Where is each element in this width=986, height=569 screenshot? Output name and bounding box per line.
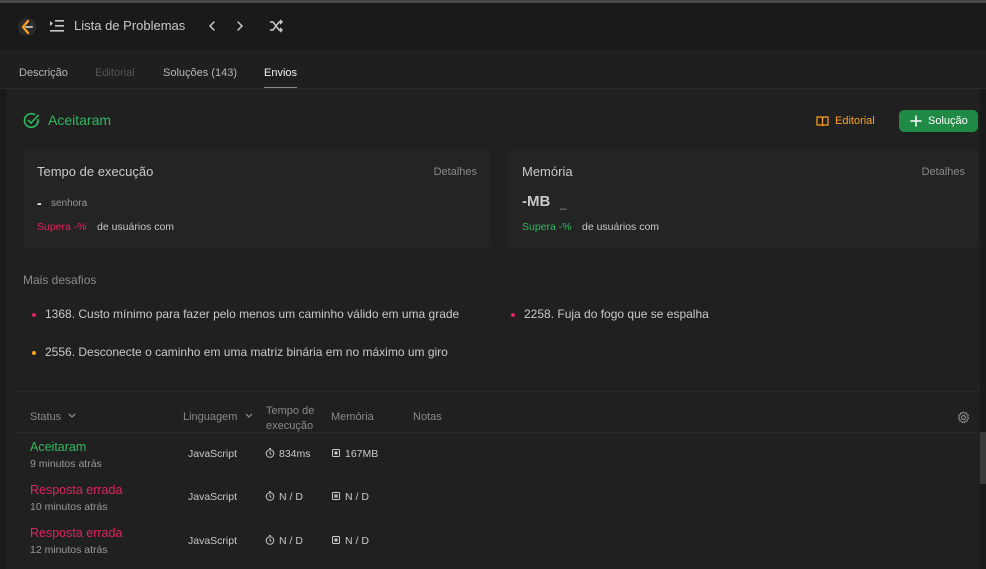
chevron-left-icon[interactable] xyxy=(204,18,220,34)
row-memory: N / D xyxy=(331,535,369,547)
post-solution-label: Solução xyxy=(928,115,968,127)
row-memory: N / D xyxy=(331,491,369,503)
shuffle-icon[interactable] xyxy=(268,18,284,34)
submissions-table xyxy=(15,391,980,569)
submission-status-title: Aceitaram xyxy=(48,112,112,128)
memory-column-header: Memória xyxy=(331,411,374,423)
runtime-card-title: Tempo de execução xyxy=(37,164,154,179)
memory-beats: Supera -% xyxy=(522,221,572,233)
row-memory: 167MB xyxy=(331,448,378,460)
tab-submissions[interactable]: Envios xyxy=(264,67,297,79)
list-icon[interactable] xyxy=(49,19,65,33)
chevron-down-icon xyxy=(245,413,252,418)
tab-editorial: Editorial xyxy=(95,67,135,79)
chevron-down-icon xyxy=(68,413,76,418)
memory-users-text: de usuários com xyxy=(582,221,660,233)
logo-icon[interactable] xyxy=(17,17,37,37)
runtime-card: Tempo de execução Detalhes - senhora Sup… xyxy=(23,150,490,248)
row-language: JavaScript xyxy=(188,491,238,503)
check-circle-icon xyxy=(23,112,39,129)
runtime-header-line2: execução xyxy=(266,420,314,432)
stopwatch-icon xyxy=(265,491,275,501)
row-runtime-value: N / D xyxy=(279,491,303,503)
runtime-unit: senhora xyxy=(51,198,88,209)
notes-column-header: Notas xyxy=(413,411,442,423)
chip-icon xyxy=(332,492,340,500)
runtime-users-text: de usuários com xyxy=(97,221,175,233)
runtime-value: - xyxy=(37,195,42,211)
row-runtime: N / D xyxy=(265,491,303,503)
row-status[interactable]: Resposta errada xyxy=(30,483,122,497)
row-language: JavaScript xyxy=(188,535,238,547)
challenge-link[interactable]: 2556. Desconecte o caminho em uma matriz… xyxy=(45,345,448,359)
language-column-header[interactable]: Linguagem xyxy=(183,411,254,423)
chip-icon xyxy=(332,536,340,544)
editorial-button-label: Editorial xyxy=(835,115,875,127)
stopwatch-icon xyxy=(265,448,275,458)
runtime-header-line1: Tempo de xyxy=(266,405,315,417)
row-memory-value: N / D xyxy=(345,535,369,547)
tab-solutions[interactable]: Soluções (143) xyxy=(163,67,237,79)
tab-description[interactable]: Descrição xyxy=(19,67,68,79)
top-bar: Lista de Problemas xyxy=(0,3,986,50)
memory-value: -MB xyxy=(522,193,551,210)
runtime-column-header: Tempo de execução xyxy=(266,404,314,434)
active-tab-indicator xyxy=(264,87,297,88)
row-runtime: 834ms xyxy=(265,448,311,460)
challenge-link[interactable]: 2258. Fuja do fogo que se espalha xyxy=(524,307,709,321)
row-language: JavaScript xyxy=(188,448,238,460)
status-header-label: Status xyxy=(30,411,62,423)
memory-card-title: Memória xyxy=(522,164,573,179)
post-solution-button[interactable]: Solução xyxy=(899,110,978,132)
scrollbar-thumb[interactable] xyxy=(980,432,986,484)
row-memory-value: N / D xyxy=(345,491,369,503)
language-header-label: Linguagem xyxy=(183,411,238,423)
row-time: 10 minutos atrás xyxy=(30,501,108,513)
memory-card: Memória Detalhes -MB _ Supera -% de usuá… xyxy=(508,150,978,248)
row-memory-value: 167MB xyxy=(345,448,379,460)
runtime-beats: Supera -% xyxy=(37,221,87,233)
stopwatch-icon xyxy=(265,535,275,545)
plus-icon xyxy=(910,115,922,127)
editorial-button[interactable]: Editorial xyxy=(811,110,881,132)
row-status[interactable]: Resposta errada xyxy=(30,526,122,540)
tab-bar: Descrição Editorial Soluções (143) Envio… xyxy=(0,50,986,89)
chip-icon xyxy=(332,449,340,457)
difficulty-dot xyxy=(32,351,36,355)
difficulty-dot xyxy=(511,313,515,317)
gear-icon[interactable] xyxy=(957,411,970,424)
chevron-right-icon[interactable] xyxy=(232,18,248,34)
status-column-header[interactable]: Status xyxy=(30,411,77,423)
row-runtime-value: 834ms xyxy=(279,448,311,460)
table-header-divider xyxy=(15,432,980,433)
challenge-link[interactable]: 1368. Custo mínimo para fazer pelo menos… xyxy=(45,307,459,321)
row-runtime: N / D xyxy=(265,535,303,547)
problem-list-link[interactable]: Lista de Problemas xyxy=(74,18,185,33)
runtime-details-link[interactable]: Detalhes xyxy=(434,166,477,178)
memory-details-link[interactable]: Detalhes xyxy=(922,166,965,178)
book-icon xyxy=(816,116,829,127)
row-time: 12 minutos atrás xyxy=(30,544,108,556)
more-challenges-title: Mais desafios xyxy=(23,273,97,287)
difficulty-dot xyxy=(32,313,36,317)
row-runtime-value: N / D xyxy=(279,535,303,547)
row-status[interactable]: Aceitaram xyxy=(30,440,86,454)
row-time: 9 minutos atrás xyxy=(30,458,102,470)
memory-unit: _ xyxy=(560,196,567,210)
